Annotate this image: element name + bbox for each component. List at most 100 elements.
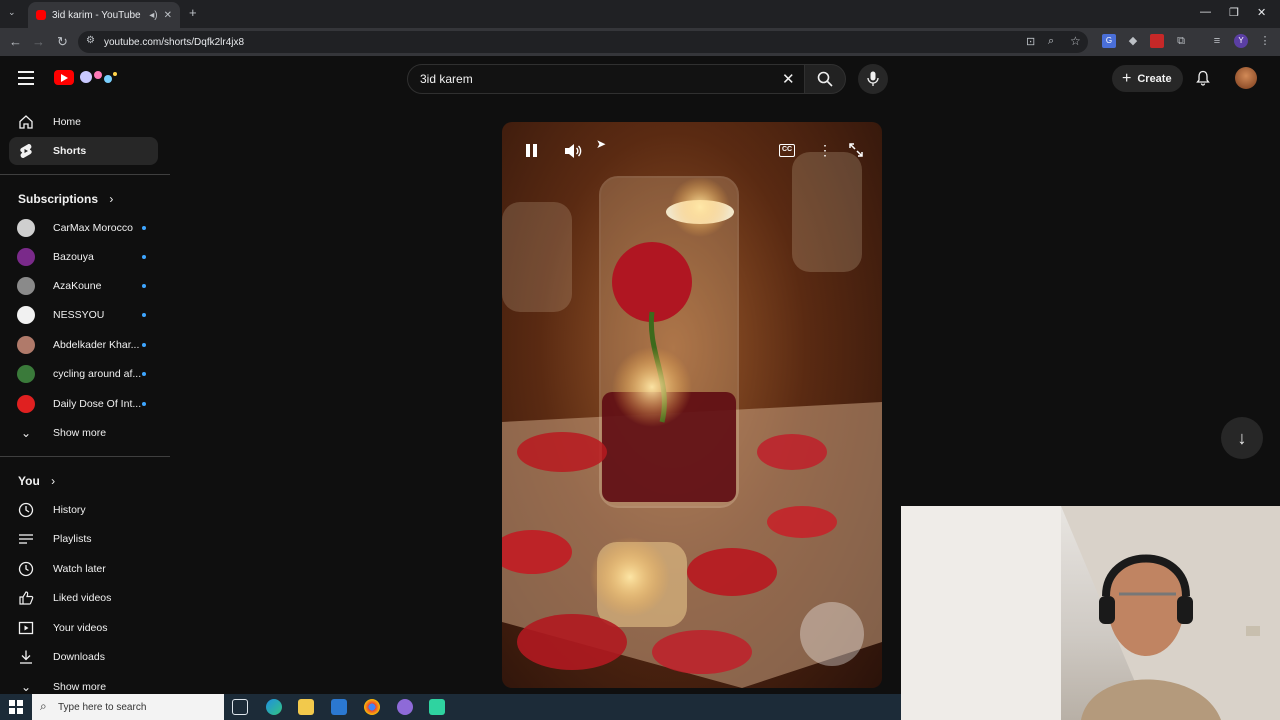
sidebar-item-history[interactable]: History bbox=[9, 496, 158, 524]
home-icon bbox=[17, 113, 35, 131]
tab-audio-icon[interactable]: ◂) bbox=[149, 10, 157, 21]
captions-button[interactable]: CC bbox=[779, 144, 795, 157]
channel-avatar bbox=[17, 277, 35, 295]
clear-search-icon[interactable]: ✕ bbox=[782, 70, 795, 88]
file-explorer-icon[interactable] bbox=[298, 699, 314, 715]
sidebar-item-subscription[interactable]: Daily Dose Of Int... bbox=[9, 390, 158, 418]
address-bar[interactable]: ⚙ youtube.com/shorts/Dqfk2lr4jx8 ⊡ ⌕ ☆ bbox=[78, 31, 1088, 53]
your-videos-icon bbox=[17, 619, 35, 637]
show-more-label: Show more bbox=[53, 681, 107, 693]
restore-button[interactable]: ❐ bbox=[1229, 6, 1239, 19]
channel-avatar bbox=[17, 365, 35, 383]
recording-app-icon[interactable] bbox=[429, 699, 445, 715]
sidebar-item-liked-videos[interactable]: Liked videos bbox=[9, 584, 158, 612]
sidebar-item-label: Your videos bbox=[53, 622, 108, 634]
youtube-favicon-icon bbox=[36, 10, 46, 20]
media-controls-icon[interactable]: ≡ bbox=[1210, 34, 1224, 48]
browser-tab-strip: ⌄ 3id karim - YouTube ◂) ✕ + — ❐ ✕ bbox=[0, 0, 1280, 28]
chrome-taskbar-icon[interactable] bbox=[364, 699, 380, 715]
create-button[interactable]: + Create bbox=[1112, 65, 1183, 92]
channel-name: Daily Dose Of Int... bbox=[53, 398, 142, 410]
search-icon bbox=[817, 71, 833, 87]
sidebar-item-playlists[interactable]: Playlists bbox=[9, 525, 158, 553]
sidebar-item-subscription[interactable]: CarMax Morocco bbox=[9, 214, 158, 242]
mouse-cursor-icon: ➤ bbox=[596, 137, 607, 151]
sidebar-item-subscription[interactable]: Bazouya bbox=[9, 243, 158, 271]
sidebar-item-shorts[interactable]: Shorts bbox=[9, 137, 158, 165]
notifications-bell-icon[interactable] bbox=[1195, 70, 1211, 86]
show-more-subscriptions[interactable]: ⌄ Show more bbox=[9, 419, 158, 447]
minimize-button[interactable]: — bbox=[1200, 6, 1211, 18]
sidebar-divider bbox=[0, 456, 170, 457]
windows-start-icon[interactable] bbox=[9, 700, 23, 714]
install-app-icon[interactable]: ⊡ bbox=[1026, 35, 1035, 48]
browser-tab-active[interactable]: 3id karim - YouTube ◂) ✕ bbox=[28, 2, 180, 28]
extension-red-icon[interactable] bbox=[1150, 34, 1164, 48]
sidebar-item-subscription[interactable]: AzaKoune bbox=[9, 272, 158, 300]
sidebar-item-downloads[interactable]: Downloads bbox=[9, 643, 158, 671]
site-info-icon[interactable]: ⚙ bbox=[86, 35, 95, 46]
translate-extension-icon[interactable]: G bbox=[1102, 34, 1116, 48]
channel-name: Bazouya bbox=[53, 251, 94, 263]
sidebar-item-watch-later[interactable]: Watch later bbox=[9, 555, 158, 583]
fullscreen-icon[interactable] bbox=[848, 142, 864, 161]
new-content-dot bbox=[142, 372, 146, 376]
sidebar-item-subscription[interactable]: cycling around af... bbox=[9, 360, 158, 388]
plus-icon: + bbox=[1122, 69, 1132, 87]
extensions-puzzle-icon[interactable]: ⧉ bbox=[1174, 34, 1188, 48]
more-options-icon[interactable]: ⋮ bbox=[818, 142, 832, 159]
store-icon[interactable] bbox=[331, 699, 347, 715]
zoom-icon[interactable]: ⌕ bbox=[1048, 35, 1054, 48]
sidebar-item-your-videos[interactable]: Your videos bbox=[9, 614, 158, 642]
forward-arrow-icon[interactable]: → bbox=[32, 34, 45, 49]
back-arrow-icon[interactable]: ← bbox=[9, 34, 22, 49]
chevron-down-icon: ⌄ bbox=[20, 426, 32, 440]
pause-icon[interactable] bbox=[525, 143, 538, 161]
playlists-icon bbox=[17, 530, 35, 548]
edge-browser-icon[interactable] bbox=[266, 699, 282, 715]
youtube-logo-icon[interactable] bbox=[54, 70, 74, 85]
profile-icon[interactable]: Y bbox=[1234, 34, 1248, 48]
sidebar-divider bbox=[0, 174, 170, 175]
watch-later-icon bbox=[17, 560, 35, 578]
search-query-text: 3id karem bbox=[420, 72, 473, 86]
app-taskbar-icon[interactable] bbox=[397, 699, 413, 715]
webcam-person-image bbox=[901, 506, 1280, 720]
channel-name: NESSYOU bbox=[53, 309, 105, 321]
tab-search-icon[interactable]: ⌄ bbox=[8, 7, 16, 18]
video-frame-image bbox=[502, 152, 882, 688]
taskbar-search-input[interactable]: ⌕ Type here to search bbox=[32, 694, 224, 720]
sidebar-item-subscription[interactable]: NESSYOU bbox=[9, 301, 158, 329]
search-input[interactable]: 3id karem ✕ bbox=[407, 64, 805, 94]
hamburger-menu-icon[interactable] bbox=[18, 71, 34, 85]
voice-search-button[interactable] bbox=[858, 64, 888, 94]
extension-diamond-icon[interactable]: ◆ bbox=[1126, 34, 1140, 48]
channel-avatar bbox=[17, 306, 35, 324]
volume-icon[interactable] bbox=[564, 143, 582, 162]
reload-icon[interactable]: ↻ bbox=[57, 34, 68, 50]
bookmark-star-icon[interactable]: ☆ bbox=[1070, 34, 1081, 48]
close-window-button[interactable]: ✕ bbox=[1257, 6, 1266, 19]
channel-name: CarMax Morocco bbox=[53, 222, 133, 234]
doodle-logo-icon[interactable] bbox=[78, 68, 118, 86]
tab-title: 3id karim - YouTube bbox=[52, 9, 141, 21]
search-button[interactable] bbox=[804, 64, 846, 94]
subscriptions-heading[interactable]: Subscriptions › bbox=[18, 192, 113, 206]
sidebar-item-subscription[interactable]: Abdelkader Khar... bbox=[9, 331, 158, 359]
tab-close-icon[interactable]: ✕ bbox=[164, 10, 172, 21]
task-view-icon[interactable] bbox=[232, 699, 248, 715]
sidebar-item-home[interactable]: Home bbox=[9, 108, 158, 136]
new-content-dot bbox=[142, 226, 146, 230]
chrome-menu-icon[interactable]: ⋮ bbox=[1258, 34, 1272, 48]
new-tab-button[interactable]: + bbox=[189, 5, 197, 20]
sidebar: Home Shorts Subscriptions › CarMax Moroc… bbox=[0, 100, 170, 694]
url-text: youtube.com/shorts/Dqfk2lr4jx8 bbox=[104, 36, 245, 48]
you-heading[interactable]: You › bbox=[18, 474, 55, 488]
sidebar-item-label: Downloads bbox=[53, 651, 105, 663]
shorts-video-player[interactable]: CC ⋮ bbox=[502, 122, 882, 688]
next-short-button[interactable]: ↓ bbox=[1221, 417, 1263, 459]
new-content-dot bbox=[142, 313, 146, 317]
chevron-right-icon: › bbox=[51, 474, 56, 488]
account-avatar[interactable] bbox=[1235, 67, 1257, 89]
sidebar-item-label: Watch later bbox=[53, 563, 106, 575]
